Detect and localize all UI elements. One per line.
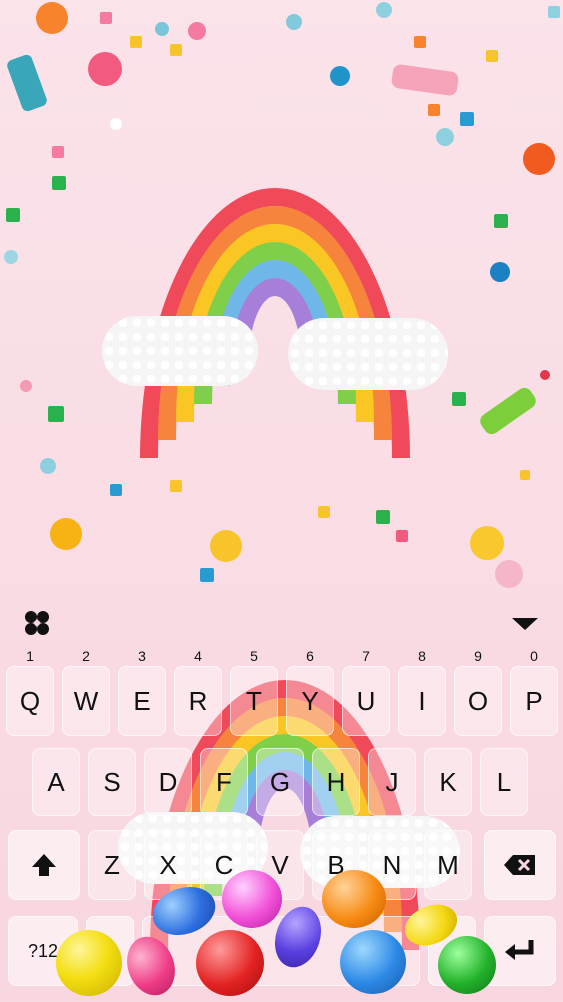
key-s[interactable]: S xyxy=(88,748,136,816)
key-p[interactable]: 0 P xyxy=(510,648,558,736)
key-t[interactable]: 5 T xyxy=(230,648,278,736)
key-label: N xyxy=(382,849,402,880)
key-z[interactable]: Z xyxy=(88,830,136,900)
key-label: Q xyxy=(19,685,41,716)
key-label: A xyxy=(47,766,65,797)
key-f[interactable]: F xyxy=(200,748,248,816)
key-h[interactable]: H xyxy=(312,748,360,816)
key-r[interactable]: 4 R xyxy=(174,648,222,736)
key-label: E xyxy=(133,685,151,716)
key-hint: 9 xyxy=(474,648,482,664)
key-label: T xyxy=(246,685,262,716)
key-label: P xyxy=(525,685,543,716)
key-label: X xyxy=(159,849,177,880)
key-hint: 4 xyxy=(194,648,202,664)
key-k[interactable]: K xyxy=(424,748,472,816)
key-label: S xyxy=(103,766,121,797)
key-m[interactable]: M xyxy=(424,830,472,900)
enter-key[interactable] xyxy=(484,916,556,986)
enter-return-icon xyxy=(503,938,537,964)
key-o[interactable]: 9 O xyxy=(454,648,502,736)
key-l[interactable]: L xyxy=(480,748,528,816)
key-label: K xyxy=(439,766,457,797)
shift-key[interactable] xyxy=(8,830,80,900)
key-label: Y xyxy=(301,685,319,716)
key-hint: 0 xyxy=(530,648,538,664)
key-label: G xyxy=(269,766,291,797)
key-hint: 1 xyxy=(26,648,34,664)
keyboard: 1 Q 2 W 3 E 4 R 5 T 6 Y 7 U 8 I 9 O 0 P xyxy=(0,588,563,1002)
key-label: I xyxy=(418,685,426,716)
marshmallow-cloud-right xyxy=(288,318,448,390)
key-label: O xyxy=(467,685,489,716)
keyboard-toolbar xyxy=(0,588,563,656)
key-label: C xyxy=(214,849,234,880)
backspace-icon xyxy=(503,853,537,877)
key-label: J xyxy=(385,766,399,797)
marshmallow-cloud-left xyxy=(102,316,258,386)
key-label: H xyxy=(326,766,346,797)
key-label: F xyxy=(216,766,232,797)
key-hint: 5 xyxy=(250,648,258,664)
key-d[interactable]: D xyxy=(144,748,192,816)
key-i[interactable]: 8 I xyxy=(398,648,446,736)
backspace-key[interactable] xyxy=(484,830,556,900)
key-w[interactable]: 2 W xyxy=(62,648,110,736)
symbols-label: ?12 xyxy=(27,940,59,961)
key-hint: 8 xyxy=(418,648,426,664)
key-hint: 6 xyxy=(306,648,314,664)
key-j[interactable]: J xyxy=(368,748,416,816)
key-label: L xyxy=(496,766,512,797)
rainbow-illustration xyxy=(140,188,410,458)
shift-up-arrow-icon xyxy=(30,851,58,879)
key-label: W xyxy=(73,685,99,716)
key-hint: 7 xyxy=(362,648,370,664)
key-a[interactable]: A xyxy=(32,748,80,816)
key-g[interactable]: G xyxy=(256,748,304,816)
down-triangle-icon[interactable] xyxy=(510,616,540,632)
key-label: Z xyxy=(104,849,120,880)
key-label: M xyxy=(437,849,459,880)
key-y[interactable]: 6 Y xyxy=(286,648,334,736)
four-petal-menu-icon[interactable] xyxy=(22,608,52,638)
key-label: R xyxy=(188,685,208,716)
key-hint: 3 xyxy=(138,648,146,664)
key-hint: 2 xyxy=(82,648,90,664)
key-label: U xyxy=(356,685,376,716)
key-u[interactable]: 7 U xyxy=(342,648,390,736)
key-label: V xyxy=(271,849,289,880)
key-q[interactable]: 1 Q xyxy=(6,648,54,736)
key-e[interactable]: 3 E xyxy=(118,648,166,736)
key-label: D xyxy=(158,766,178,797)
